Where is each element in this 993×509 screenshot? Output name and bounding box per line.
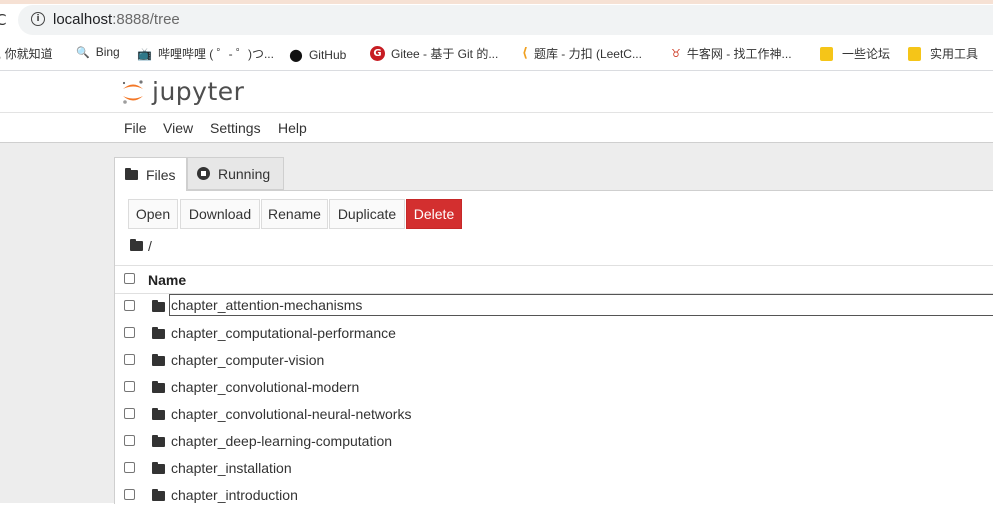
file-row[interactable]: chapter_convolutional-neural-networks	[115, 401, 993, 428]
bookmark-label: 题库 - 力扣 (LeetC...	[533, 47, 642, 61]
file-name[interactable]: chapter_convolutional-neural-networks	[171, 406, 411, 422]
menu-bar: File View Settings Help	[0, 113, 993, 143]
bookmark-github[interactable]: ● GitHub	[289, 45, 346, 64]
folder-icon	[908, 46, 921, 61]
menu-help[interactable]: Help	[278, 120, 307, 136]
bookmark-folder-forums[interactable]: 一些论坛	[820, 45, 890, 62]
menu-settings[interactable]: Settings	[210, 120, 261, 136]
file-name[interactable]: chapter_convolutional-modern	[171, 379, 359, 395]
jupyter-logo-icon	[122, 79, 143, 104]
file-row[interactable]: chapter_introduction	[115, 482, 993, 509]
gitee-icon: G	[370, 46, 385, 61]
breadcrumb-path: /	[148, 238, 152, 254]
bilibili-icon: 📺	[137, 46, 152, 61]
bookmark-gitee[interactable]: G Gitee - 基于 Git 的...	[370, 45, 498, 62]
bookmark-label: Gitee - 基于 Git 的...	[391, 47, 499, 61]
open-button[interactable]: Open	[128, 199, 178, 229]
url-text[interactable]: localhost:8888/tree	[53, 11, 180, 28]
leetcode-icon: ⟨	[522, 46, 528, 61]
file-name[interactable]: chapter_computational-performance	[171, 325, 396, 341]
file-row[interactable]: chapter_deep-learning-computation	[115, 428, 993, 455]
bookmark-leetcode[interactable]: ⟨ 题库 - 力扣 (LeetC...	[522, 45, 642, 62]
rename-button[interactable]: Rename	[261, 199, 328, 229]
download-button[interactable]: Download	[180, 199, 260, 229]
file-row[interactable]: chapter_installation	[115, 455, 993, 482]
row-checkbox[interactable]	[124, 381, 135, 392]
bookmark-nowcoder[interactable]: ♉ 牛客网 - 找工作神...	[671, 45, 792, 62]
file-name[interactable]: chapter_introduction	[171, 487, 298, 503]
bookmark-bing[interactable]: 🔍 Bing	[76, 45, 120, 59]
bookmark-baidu[interactable]: , 你就知道	[0, 45, 53, 62]
bookmark-folder-tools[interactable]: 实用工具	[908, 45, 978, 62]
info-icon[interactable]: i	[31, 12, 45, 26]
folder-icon	[152, 408, 165, 420]
bookmark-label: , 你就知道	[0, 47, 53, 61]
folder-icon	[820, 46, 833, 61]
file-name[interactable]: chapter_installation	[171, 460, 292, 476]
jupyter-header: jupyter	[0, 71, 993, 113]
menu-view[interactable]: View	[163, 120, 193, 136]
jupyter-logo[interactable]: jupyter	[121, 77, 244, 106]
file-name[interactable]: chapter_deep-learning-computation	[171, 433, 392, 449]
folder-icon	[152, 435, 165, 447]
row-checkbox[interactable]	[124, 408, 135, 419]
delete-button[interactable]: Delete	[406, 199, 462, 229]
address-bar[interactable]: i localhost:8888/tree	[18, 5, 993, 35]
row-checkbox[interactable]	[124, 354, 135, 365]
bookmark-label: Bing	[95, 45, 120, 59]
tab-files[interactable]: Files	[114, 157, 187, 191]
address-row: C i localhost:8888/tree	[0, 4, 993, 36]
folder-icon	[125, 167, 138, 180]
row-checkbox[interactable]	[124, 462, 135, 473]
folder-icon	[152, 489, 165, 501]
nowcoder-icon: ♉	[671, 47, 681, 60]
file-row[interactable]: chapter_computer-vision	[115, 347, 993, 374]
row-checkbox[interactable]	[124, 435, 135, 446]
folder-icon	[152, 327, 165, 339]
search-icon: 🔍	[76, 45, 90, 59]
tab-running[interactable]: Running	[187, 157, 284, 190]
row-checkbox[interactable]	[124, 300, 135, 311]
row-checkbox[interactable]	[124, 327, 135, 338]
file-name[interactable]: chapter_computer-vision	[171, 352, 324, 368]
menu-file[interactable]: File	[124, 120, 147, 136]
tab-running-label: Running	[218, 165, 271, 182]
bookmark-label: 实用工具	[930, 47, 979, 61]
tab-files-label: Files	[146, 166, 176, 183]
file-row[interactable]: chapter_convolutional-modern	[115, 374, 993, 401]
url-host: localhost	[53, 11, 113, 28]
folder-icon	[152, 462, 165, 474]
bookmark-bilibili[interactable]: 📺 哔哩哔哩 ( ゜- ゜)つ...	[137, 45, 274, 62]
url-path: :8888/tree	[112, 11, 180, 28]
bookmark-label: 牛客网 - 找工作神...	[686, 47, 792, 61]
row-checkbox[interactable]	[124, 489, 135, 500]
file-name[interactable]: chapter_attention-mechanisms	[169, 294, 993, 316]
folder-icon	[130, 239, 143, 251]
folder-icon	[152, 354, 165, 366]
github-icon: ●	[289, 45, 303, 64]
bookmarks-bar: , 你就知道 🔍 Bing 📺 哔哩哔哩 ( ゜- ゜)つ... ● GitHub G…	[0, 36, 993, 71]
file-row[interactable]: chapter_computational-performance	[115, 320, 993, 347]
duplicate-button[interactable]: Duplicate	[329, 199, 405, 229]
select-all-checkbox[interactable]	[124, 273, 135, 284]
bookmark-label: GitHub	[308, 47, 347, 62]
folder-icon	[152, 300, 165, 312]
app-name: jupyter	[152, 77, 245, 106]
file-row[interactable]: chapter_attention-mechanisms	[115, 293, 993, 320]
stop-circle-icon	[197, 167, 210, 180]
breadcrumb[interactable]: /	[130, 238, 152, 254]
file-list-header: Name	[115, 265, 993, 294]
folder-icon	[152, 381, 165, 393]
name-column-header[interactable]: Name	[148, 272, 186, 288]
reload-icon[interactable]: C	[0, 11, 6, 29]
bookmark-label: 哔哩哔哩 ( ゜- ゜)つ...	[157, 47, 274, 61]
bookmark-label: 一些论坛	[842, 47, 891, 61]
